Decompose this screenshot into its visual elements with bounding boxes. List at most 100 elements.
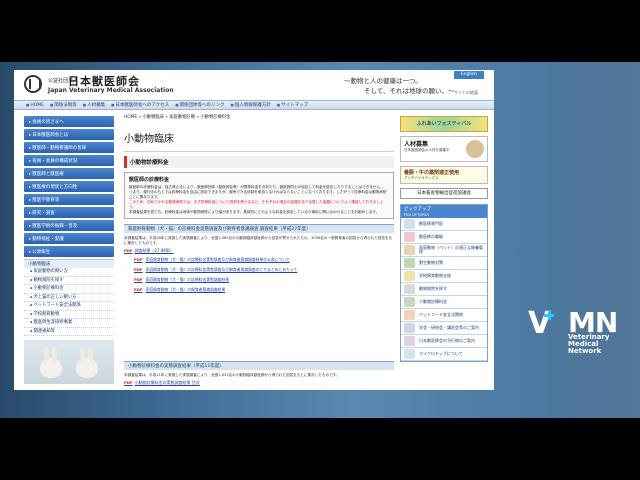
survey-1999-section: 小動物診療料金の実態調査結果（平成11年度） 本調査結果は、平成11年に実施した… — [124, 356, 394, 388]
vmn-logo: V MN Veterinary Medical Network — [528, 306, 628, 358]
sidebar-button[interactable]: 役員・会員の構成状況 — [24, 155, 114, 166]
fee-paragraph-warning: このため、初めてかかる動物病院では、まず診療料金について説明を受けるなど、それぞ… — [129, 200, 384, 209]
pdf-icon: PDF — [124, 380, 133, 385]
sidebar-link[interactable]: 学校飼育動物 — [24, 311, 114, 319]
person-icon — [466, 140, 484, 158]
vmn-line-3: Network — [568, 347, 602, 355]
breadcrumb[interactable]: HOME » 小動物臨床 » 家庭動物診療 » 小動物診療料金 — [124, 114, 394, 120]
pickup-item[interactable]: ペットフード安全法関係 — [401, 309, 487, 322]
pickup-item[interactable]: 家庭動物（ペット）の適正な飼養管理 — [401, 244, 487, 257]
seminar-icon — [404, 323, 415, 333]
section-heading: 小動物診療料金 — [124, 156, 394, 168]
sidebar-button[interactable]: 日本獣医師会とは — [24, 129, 114, 140]
sidebar-button[interactable]: 獣医学術の振興・普及 — [24, 220, 114, 231]
dog-icon — [404, 297, 415, 307]
sidebar-link[interactable]: ペットフード安全法関係 — [24, 302, 114, 311]
nav-home[interactable]: HOME — [26, 103, 44, 108]
fee-box-title: 獣医師の診療料金 — [129, 177, 170, 183]
survey-2-link[interactable]: PDF 小動物診療料金の実態調査結果 目次 — [124, 380, 394, 386]
survey-description: 本調査結果は、平成26年に実施した実態調査により、全国1,365名の小動物臨床獣… — [124, 236, 393, 245]
sidebar-link[interactable]: 関連通知等 — [24, 328, 114, 336]
sidebar-section-title[interactable]: 小動物臨床 — [24, 259, 114, 268]
right-column: ふれあいフェスティバル 人材募集 日本獣医師会の人材を募集中 養豚・牛の薬剤適正… — [400, 116, 488, 362]
wildlife-icon — [404, 258, 415, 268]
fee-info-box: 獣医師の診療料金 獣医師の診療料金は、独占禁止法により、獣医師団体（獣医師会等）… — [124, 172, 394, 219]
survey-item-link[interactable]: PDF 家庭飼育動物（犬・猫）の診療料金実態調査及び飼育者意識調査結果の公表につい… — [134, 257, 394, 263]
sidebar-link[interactable]: 家庭動物の飼い方 — [24, 268, 114, 277]
school-icon — [404, 271, 415, 281]
pickup-item[interactable]: マイクロチップについて — [401, 348, 487, 361]
video-frame: 公益社団法人 日本獣医師会 Japan Veterinary Medical A… — [0, 62, 640, 418]
publication-icon — [404, 336, 415, 346]
fee-paragraph: 本調査結果を見ても、診療料金は地域や動物病院により幅があります。具体的にどのよう… — [129, 210, 380, 214]
left-sidebar: 会員の皆さまへ 日本獣医師会とは 獣医師・動物看護師の皆様 役員・会員の構成状況… — [24, 116, 114, 336]
drug-use-banner[interactable]: 養豚・牛の薬剤適正使用 アンチバイオティクス — [400, 166, 488, 184]
slogan-line-2: そして、それは地球の願い。〜 — [364, 87, 455, 95]
site-map-link[interactable]: サイトの地図 — [454, 90, 478, 96]
nav-sitemap[interactable]: サイトマップ — [277, 102, 308, 108]
pickup-item[interactable]: 小動物診療料金 — [401, 296, 487, 309]
jvma-logo-icon[interactable] — [24, 75, 42, 93]
english-button[interactable]: English — [454, 71, 484, 79]
sidebar-button[interactable]: 獣医療の現状と方向性 — [24, 181, 114, 192]
pdf-icon: PDF — [134, 267, 143, 272]
pickup-item[interactable]: 学校飼育動物支援 — [401, 270, 487, 283]
pickup-item[interactable]: 獣医師の職能 — [401, 231, 487, 244]
sidebar-button[interactable]: 獣医師・動物看護師の皆様 — [24, 142, 114, 153]
site-header: 公益社団法人 日本獣医師会 Japan Veterinary Medical A… — [14, 70, 494, 98]
sidebar-link[interactable]: 犬と猫の正しい飼い方 — [24, 294, 114, 302]
rabbit-image — [76, 346, 98, 378]
pickup-item[interactable]: 野生動物対策 — [401, 257, 487, 270]
sidebar-button[interactable]: 公衆衛生 — [24, 246, 114, 257]
sidebar-button[interactable]: 獣医学教育等 — [24, 194, 114, 205]
page-title: 小動物臨床 — [124, 126, 394, 152]
drug-banner-title: 養豚・牛の薬剤適正使用 — [404, 170, 460, 176]
drug-banner-subtitle: アンチバイオティクス — [404, 176, 439, 180]
global-nav: HOME 関係法制等 人材募集 日本獣医師会へのアクセス 関係団体等へのリンク … — [14, 100, 494, 110]
survey-heading: 家庭飼育動物（犬・猫）の診療料金実態調査及び飼育者意識調査 調査結果（平成27年… — [124, 224, 394, 233]
pdf-icon: PDF — [134, 257, 143, 262]
survey-description: 本調査結果は、平成11年に実施した実態調査により、全国1,631名の小動物臨床獣… — [124, 373, 340, 377]
sidebar-link[interactable]: 獣医師生涯研修事業 — [24, 319, 114, 328]
nav-privacy[interactable]: 個人情報保護方針 — [231, 102, 271, 108]
pickup-panel: ピックアップ PICK UP TOPICS 獣医師専門医 獣医師の職能 家庭動物… — [400, 204, 488, 362]
fee-paragraph: つまり、現行法のもとでは診療料金を自由に設定できますが、競争できる体制を維持しな… — [129, 190, 387, 199]
sidebar-button[interactable]: 会員の皆さまへ — [24, 116, 114, 127]
browser-screen: 公益社団法人 日本獣医師会 Japan Veterinary Medical A… — [14, 70, 494, 390]
sidebar-button[interactable]: 獣医師と獣医療 — [24, 168, 114, 179]
hospital-icon — [404, 284, 415, 294]
main-content: HOME » 小動物臨床 » 家庭動物診療 » 小動物診療料金 小動物臨床 小動… — [124, 114, 394, 297]
survey-heading: 小動物診療料金の実態調査結果（平成11年度） — [124, 361, 394, 370]
pdf-icon: PDF — [124, 248, 133, 253]
survey-item-link[interactable]: PDF 家庭飼育動物（犬・猫）の飼育者意識調査結果 — [134, 287, 394, 293]
sidebar-link[interactable]: 動物病院を探す — [24, 277, 114, 285]
nav-links[interactable]: 関係団体等へのリンク — [175, 102, 225, 108]
survey-item-link[interactable]: PDF 家庭飼育動物（犬・猫）の診療料金実態調査結果 — [134, 277, 394, 283]
sidebar-button[interactable]: 動物福祉・愛護 — [24, 233, 114, 244]
pet-icon — [404, 245, 415, 255]
recruit-banner[interactable]: 人材募集 日本獣医師会の人材を募集中 — [400, 136, 488, 162]
pickup-title: ピックアップ — [401, 205, 487, 213]
nav-recruit[interactable]: 人材募集 — [83, 102, 105, 108]
vet-icon — [404, 232, 415, 242]
survey-links: PDF 家庭飼育動物（犬・猫）の診療料金実態調査及び飼育者意識調査結果の公表につい… — [134, 257, 394, 293]
pdf-icon: PDF — [134, 277, 143, 282]
sidebar-link[interactable]: 小動物診療料金 — [24, 285, 114, 294]
pickup-item[interactable]: 学会・研修会・講習会等のご案内 — [401, 322, 487, 335]
pickup-item[interactable]: 動物病院を探す — [401, 283, 487, 296]
livestock-export-banner[interactable]: 日本畜産物輸出促進協議会 — [400, 188, 488, 199]
survey-pdf-link[interactable]: PDF 調査結果（27.8MB） — [124, 248, 394, 254]
nav-access[interactable]: 日本獣医師会へのアクセス — [111, 102, 169, 108]
sidebar-button[interactable]: 研究・調査 — [24, 207, 114, 218]
pickup-item[interactable]: 獣医師専門医 — [401, 218, 487, 231]
survey-item-link[interactable]: PDF 家庭飼育動物（犬・猫）の診療料金実態調査及び飼育者意識調査のとりまとめにあ… — [134, 267, 394, 273]
slogan-line-1: 〜動物と人の健康は一つ。 — [344, 77, 422, 85]
book-icon — [404, 219, 415, 229]
pickup-item[interactable]: 日本獣医師会の刊行物のご案内 — [401, 335, 487, 348]
nav-laws[interactable]: 関係法制等 — [50, 102, 77, 108]
festival-banner[interactable]: ふれあいフェスティバル — [400, 116, 488, 132]
org-name-english: Japan Veterinary Medical Association — [48, 87, 174, 94]
petfood-icon — [404, 310, 415, 320]
rabbit-image — [40, 346, 62, 378]
plus-icon — [544, 310, 554, 320]
